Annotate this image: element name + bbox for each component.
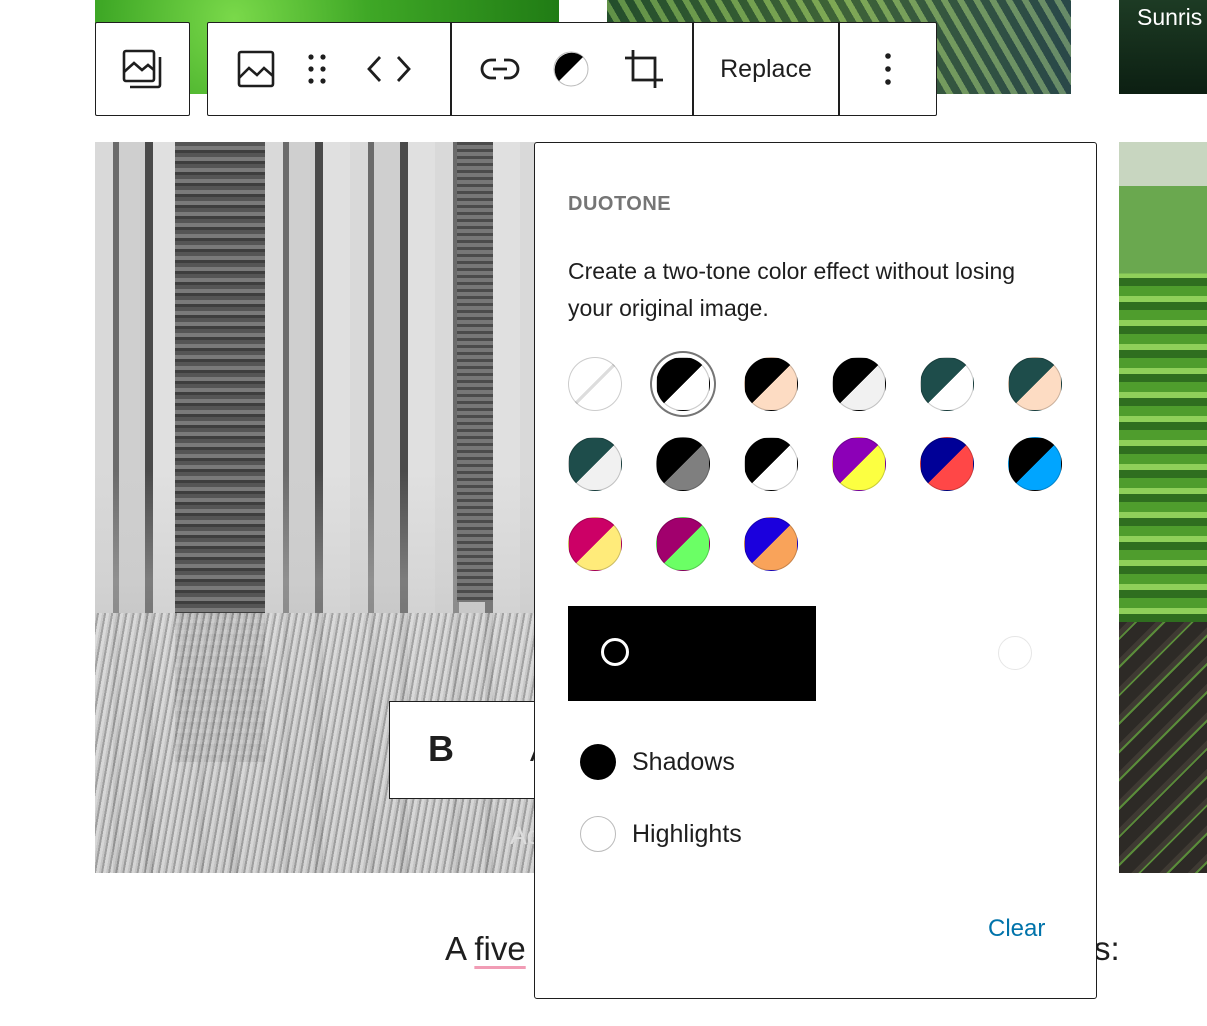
gallery-image-sunrise[interactable]: Sunris xyxy=(1119,0,1207,94)
link-icon xyxy=(480,58,520,80)
custom-duotone-bar[interactable] xyxy=(568,606,816,701)
block-type-toolbar xyxy=(95,22,190,116)
more-options-button[interactable] xyxy=(840,23,936,115)
shadow-color-handle[interactable] xyxy=(601,638,629,666)
replace-button[interactable]: Replace xyxy=(694,23,838,115)
shadows-color-indicator xyxy=(580,744,616,780)
gallery-icon xyxy=(122,49,162,89)
duotone-swatch-crimson-yellow[interactable] xyxy=(568,517,622,571)
spellcheck-word: five xyxy=(474,930,526,967)
more-options-icon xyxy=(885,53,891,85)
duotone-swatch-darkteal-lightgray[interactable] xyxy=(568,437,622,491)
image-block-button[interactable] xyxy=(220,23,292,115)
highlights-option[interactable]: Highlights xyxy=(580,816,742,852)
duotone-button[interactable] xyxy=(544,23,598,115)
format-toolbar: B A xyxy=(389,701,551,799)
duotone-swatch-blue-red[interactable] xyxy=(920,437,974,491)
highlight-color-handle[interactable] xyxy=(998,636,1032,670)
popover-description: Create a two-tone color effect without l… xyxy=(568,258,1016,321)
duotone-swatch-magenta-green[interactable] xyxy=(656,517,710,571)
highlights-label: Highlights xyxy=(632,819,742,848)
highlights-color-indicator xyxy=(580,816,616,852)
shadows-option[interactable]: Shadows xyxy=(580,744,735,780)
crop-icon xyxy=(625,50,663,88)
link-button[interactable] xyxy=(470,23,530,115)
paragraph-text[interactable]: A five xyxy=(445,930,526,968)
clear-button[interactable]: Clear xyxy=(988,915,1045,943)
drag-handle-icon xyxy=(308,54,326,84)
image-caption: Sunris xyxy=(1137,4,1203,30)
paragraph-text-start: A xyxy=(445,930,475,967)
image-icon xyxy=(237,50,275,88)
paragraph-text-end: s: xyxy=(1094,930,1120,967)
duotone-swatch-black-skyblue[interactable] xyxy=(1008,437,1062,491)
tree-trunk-decor xyxy=(457,142,493,602)
block-toolbar: Replace xyxy=(207,22,937,116)
toolbar-divider xyxy=(450,23,452,115)
bold-button[interactable]: B xyxy=(428,728,454,770)
duotone-swatch-darkteal-white[interactable] xyxy=(920,357,974,411)
duotone-swatch-darkteal-peach[interactable] xyxy=(1008,357,1062,411)
shadows-label: Shadows xyxy=(632,747,735,776)
move-arrows-icon xyxy=(367,56,411,82)
duotone-swatch-black-white[interactable] xyxy=(656,357,710,411)
duotone-swatch-blue-orange[interactable] xyxy=(744,517,798,571)
duotone-swatch-black-white-2[interactable] xyxy=(744,437,798,491)
drag-handle[interactable] xyxy=(296,23,338,115)
soil-decor xyxy=(1119,622,1207,873)
popover-heading: DUOTONE xyxy=(568,193,672,215)
duotone-swatch-black-peach[interactable] xyxy=(744,357,798,411)
move-button[interactable] xyxy=(358,23,420,115)
duotone-icon xyxy=(553,51,589,87)
replace-label: Replace xyxy=(720,54,812,83)
duotone-swatch-none[interactable] xyxy=(568,357,622,411)
duotone-swatch-black-gray[interactable] xyxy=(656,437,710,491)
gallery-image-field[interactable] xyxy=(1119,142,1207,873)
duotone-popover: DUOTONE Create a two-tone color effect w… xyxy=(534,142,1097,999)
crop-button[interactable] xyxy=(614,23,674,115)
duotone-swatch-purple-yellow[interactable] xyxy=(832,437,886,491)
duotone-swatch-black-lightgray[interactable] xyxy=(832,357,886,411)
gallery-block-button[interactable] xyxy=(96,23,188,115)
